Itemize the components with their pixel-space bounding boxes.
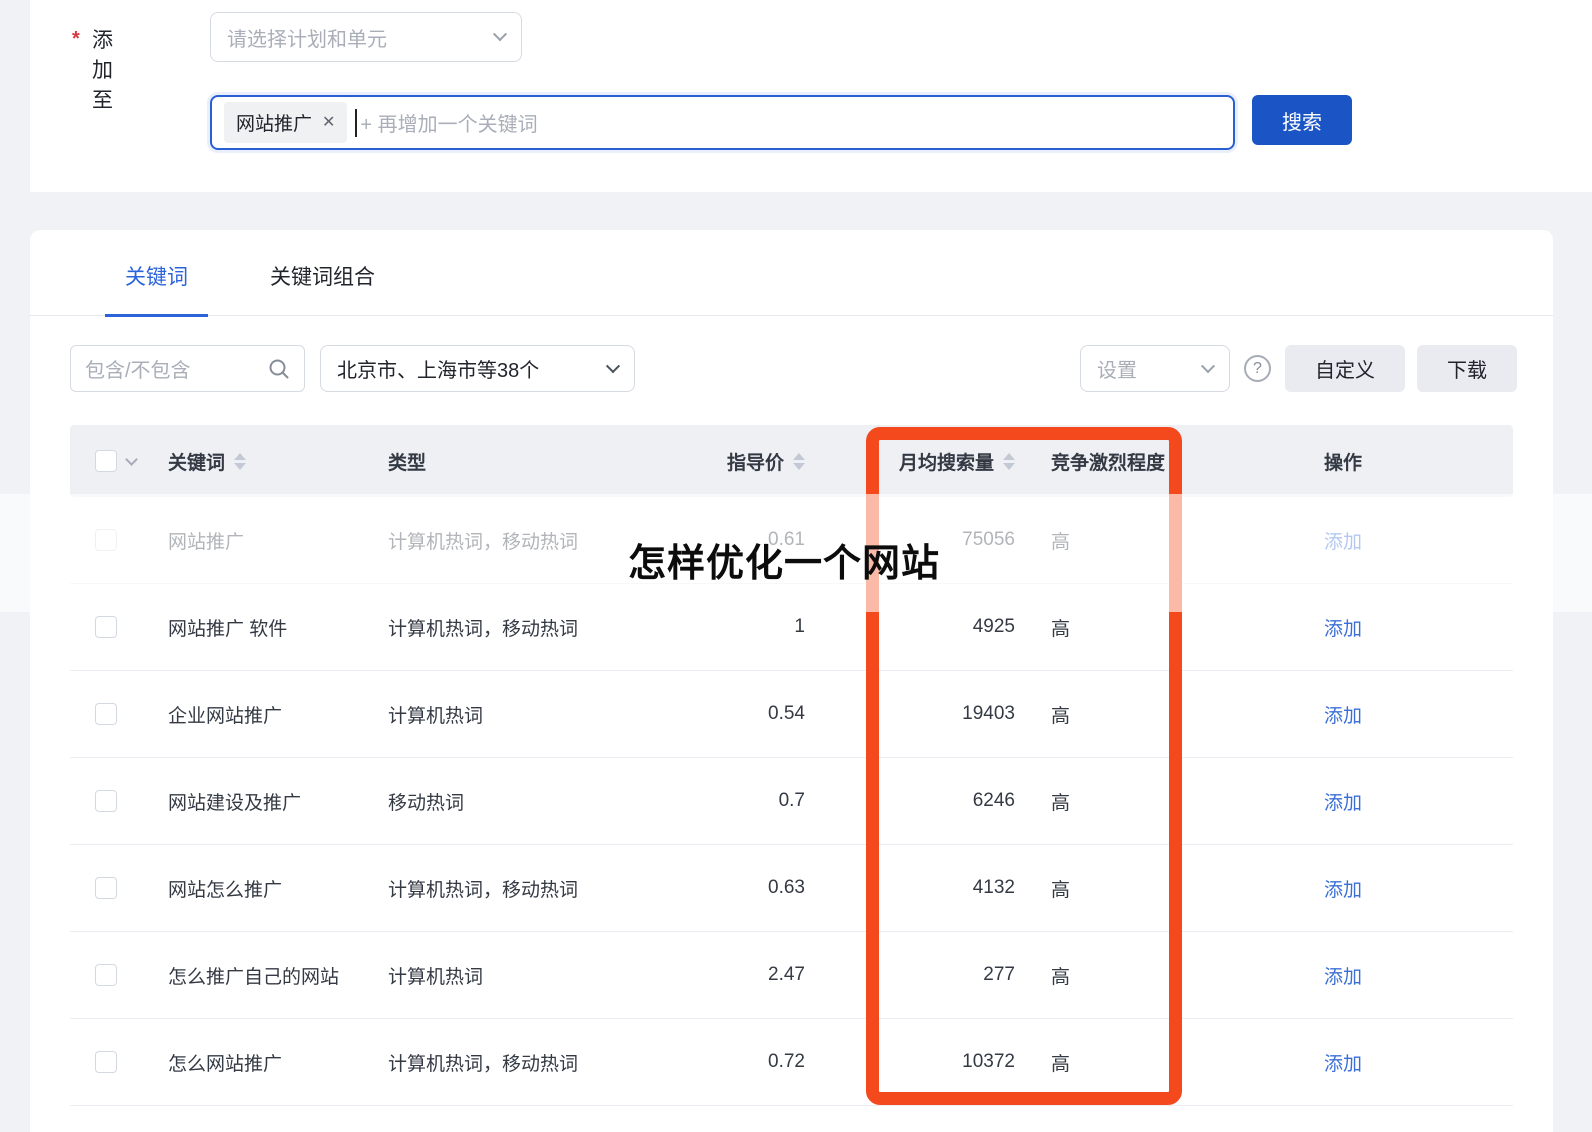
required-asterisk: * (72, 28, 80, 50)
table-body: 网站推广 计算机热词，移动热词 0.61 75056 高 添加 网站推广 软件 … (70, 497, 1513, 1106)
cell-keyword: 企业网站推广 (168, 705, 283, 727)
watermark-text: 怎样优化一个网站 (627, 543, 941, 585)
table-row: 网站推广 软件 计算机热词，移动热词 1 4925 高 添加 (70, 584, 1513, 671)
cell-bid: 1 (794, 616, 805, 637)
cell-competition: 高 (1051, 1053, 1071, 1075)
keyword-tag-label: 网站推广 (236, 114, 313, 135)
cell-competition: 高 (1051, 705, 1071, 727)
table-row: 网站怎么推广 计算机热词，移动热词 0.63 4132 高 添加 (70, 845, 1513, 932)
filter-placeholder: 包含/不包含 (85, 360, 191, 382)
row-checkbox[interactable] (95, 703, 117, 725)
customize-button[interactable]: 自定义 (1285, 345, 1405, 392)
cell-bid: 2.47 (768, 964, 805, 985)
cell-volume: 4132 (972, 877, 1015, 898)
add-link[interactable]: 添加 (1324, 788, 1362, 815)
row-checkbox[interactable] (95, 964, 117, 986)
region-select-value: 北京市、上海市等38个 (337, 360, 540, 382)
row-checkbox[interactable] (95, 1051, 117, 1073)
add-link[interactable]: 添加 (1324, 962, 1362, 989)
add-link[interactable]: 添加 (1324, 1049, 1362, 1076)
row-checkbox[interactable] (95, 529, 117, 551)
cell-bid: 0.63 (768, 877, 805, 898)
region-select[interactable]: 北京市、上海市等38个 (320, 345, 635, 392)
cell-keyword: 网站推广 软件 (168, 618, 288, 640)
add-link[interactable]: 添加 (1324, 701, 1362, 728)
sort-icon[interactable] (793, 452, 805, 470)
column-header-keyword[interactable]: 关键词 (168, 448, 388, 475)
settings-select-label: 设置 (1097, 360, 1137, 382)
keywords-table: 关键词 类型 指导价 月均搜索量 竞争激烈程度 操作 网站推广 计算机热词，移动… (70, 425, 1513, 1106)
plan-select[interactable]: 请选择计划和单元 (210, 12, 522, 62)
help-icon[interactable]: ? (1244, 355, 1271, 382)
cell-keyword: 怎么推广自己的网站 (168, 966, 340, 988)
cell-competition: 高 (1051, 879, 1071, 901)
add-keywords-panel: * 添加至 请选择计划和单元 网站推广 ✕ + 再增加一个关键词 搜索 (30, 0, 1592, 192)
keyword-search-input[interactable]: 网站推广 ✕ + 再增加一个关键词 (210, 95, 1235, 150)
cell-type: 计算机热词 (388, 966, 484, 988)
cell-type: 计算机热词 (388, 705, 484, 727)
table-row: 怎么网站推广 计算机热词，移动热词 0.72 10372 高 添加 (70, 1019, 1513, 1106)
chevron-down-icon (492, 27, 508, 42)
column-header-type: 类型 (388, 452, 427, 474)
table-row: 网站建设及推广 移动热词 0.7 6246 高 添加 (70, 758, 1513, 845)
add-to-label: 添加至 (92, 29, 113, 112)
sort-icon[interactable] (234, 452, 247, 470)
table-row: 怎么推广自己的网站 计算机热词 2.47 277 高 添加 (70, 932, 1513, 1019)
search-icon (268, 358, 290, 380)
cell-keyword: 网站怎么推广 (168, 879, 283, 901)
chevron-down-icon (1200, 358, 1216, 373)
cell-competition: 高 (1051, 618, 1071, 640)
column-header-bid[interactable]: 指导价 (718, 448, 813, 475)
select-menu-chevron-icon[interactable] (125, 452, 138, 466)
table-row: 企业网站推广 计算机热词 0.54 19403 高 添加 (70, 671, 1513, 758)
search-button[interactable]: 搜索 (1252, 95, 1352, 145)
cell-bid: 0.7 (778, 790, 805, 811)
cell-volume: 6246 (972, 790, 1015, 811)
cell-keyword: 网站推广 (168, 531, 245, 553)
row-checkbox[interactable] (95, 790, 117, 812)
row-checkbox[interactable] (95, 877, 117, 899)
select-all-checkbox[interactable] (95, 450, 117, 472)
results-panel: 关键词 关键词组合 包含/不包含 北京市、上海市等38个 设置 ? 自定义 下载 (30, 230, 1553, 1132)
cell-bid: 0.54 (768, 703, 805, 724)
remove-tag-icon[interactable]: ✕ (322, 114, 335, 131)
cell-type: 计算机热词，移动热词 (388, 618, 579, 640)
cell-keyword: 怎么网站推广 (168, 1053, 283, 1075)
add-link[interactable]: 添加 (1324, 527, 1362, 554)
cell-volume: 277 (983, 964, 1015, 985)
cell-bid: 0.72 (768, 1051, 805, 1072)
keyword-input-placeholder: + 再增加一个关键词 (360, 114, 538, 136)
column-header-competition: 竞争激烈程度 (1051, 452, 1166, 474)
cell-type: 移动热词 (388, 792, 465, 814)
plan-select-placeholder: 请选择计划和单元 (227, 28, 387, 51)
download-button[interactable]: 下载 (1417, 345, 1517, 392)
column-header-volume[interactable]: 月均搜索量 (813, 448, 1023, 475)
cell-type: 计算机热词，移动热词 (388, 879, 579, 901)
column-header-action: 操作 (1323, 452, 1362, 474)
cell-keyword: 网站建设及推广 (168, 792, 302, 814)
text-cursor (355, 108, 358, 137)
sort-icon[interactable] (1003, 452, 1015, 470)
cell-competition: 高 (1051, 792, 1071, 814)
tab-keywords[interactable]: 关键词 (105, 261, 208, 317)
include-exclude-filter-input[interactable]: 包含/不包含 (70, 345, 305, 392)
cell-volume: 10372 (962, 1051, 1015, 1072)
tabs: 关键词 关键词组合 (30, 230, 1553, 317)
settings-select[interactable]: 设置 (1080, 345, 1230, 392)
add-link[interactable]: 添加 (1324, 875, 1362, 902)
tab-keyword-combinations[interactable]: 关键词组合 (250, 261, 395, 315)
table-header: 关键词 类型 指导价 月均搜索量 竞争激烈程度 操作 (70, 425, 1513, 497)
row-checkbox[interactable] (95, 616, 117, 638)
table-toolbar: 包含/不包含 北京市、上海市等38个 设置 ? 自定义 下载 (70, 345, 1517, 392)
cell-volume: 4925 (972, 616, 1015, 637)
keyword-tag: 网站推广 ✕ (224, 102, 348, 143)
cell-type: 计算机热词，移动热词 (388, 1053, 579, 1075)
cell-competition: 高 (1051, 966, 1071, 988)
add-link[interactable]: 添加 (1324, 614, 1362, 641)
cell-volume: 19403 (962, 703, 1015, 724)
cell-competition: 高 (1051, 531, 1071, 553)
chevron-down-icon (605, 358, 621, 373)
